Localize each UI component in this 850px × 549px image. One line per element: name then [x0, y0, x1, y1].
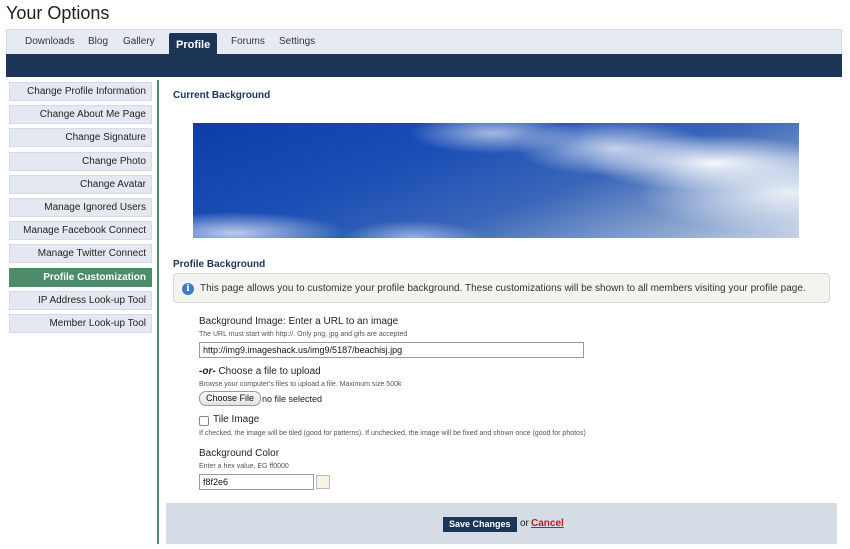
sidebar-item-member-lookup-tool[interactable]: Member Look-up Tool [9, 313, 152, 333]
tab-gallery[interactable]: Gallery [123, 36, 155, 47]
file-upload-label: -or- Choose a file to upload [199, 366, 321, 377]
tile-image-label: Tile Image [213, 414, 260, 425]
current-background-preview [193, 123, 799, 238]
cancel-link[interactable]: Cancel [531, 518, 564, 529]
tab-settings[interactable]: Settings [279, 36, 315, 47]
page-title: Your Options [6, 3, 110, 23]
tab-blog[interactable]: Blog [88, 36, 108, 47]
bg-color-label: Background Color [199, 448, 280, 459]
tab-forums[interactable]: Forums [231, 36, 265, 47]
sidebar-item-change-photo[interactable]: Change Photo [9, 151, 152, 171]
file-upload-label-text: Choose a file to upload [215, 366, 321, 377]
tile-image-checkbox[interactable] [199, 416, 209, 426]
current-background-heading: Current Background [173, 90, 271, 101]
sidebar-item-manage-twitter-connect[interactable]: Manage Twitter Connect [9, 244, 152, 264]
color-swatch[interactable] [316, 475, 330, 489]
file-upload-or: -or- [199, 366, 216, 377]
tab-profile[interactable]: Profile [169, 33, 218, 55]
nav-strip [6, 54, 842, 77]
sidebar: Change Profile Information Change About … [9, 82, 152, 337]
content-divider [157, 80, 159, 544]
info-box: i This page allows you to customize your… [173, 273, 830, 303]
sidebar-item-manage-facebook-connect[interactable]: Manage Facebook Connect [9, 221, 152, 241]
bg-image-label: Background Image: Enter a URL to an imag… [199, 316, 399, 327]
bg-image-hint: The URL must start with http://. Only pn… [199, 331, 408, 338]
sidebar-item-change-profile-information[interactable]: Change Profile Information [9, 82, 152, 101]
tab-downloads[interactable]: Downloads [25, 36, 74, 47]
file-status: no file selected [262, 394, 323, 404]
info-text: This page allows you to customize your p… [200, 283, 806, 294]
sidebar-item-change-signature[interactable]: Change Signature [9, 128, 152, 148]
bg-image-url-input[interactable] [199, 342, 584, 358]
info-icon: i [182, 283, 194, 295]
profile-background-heading: Profile Background [173, 259, 266, 270]
choose-file-button[interactable]: Choose File [199, 391, 262, 406]
sidebar-item-profile-customization[interactable]: Profile Customization [9, 267, 152, 287]
bg-color-input[interactable] [199, 474, 314, 490]
sidebar-item-change-about-me-page[interactable]: Change About Me Page [9, 105, 152, 125]
save-changes-button[interactable]: Save Changes [443, 517, 517, 532]
or-text: or [520, 518, 529, 529]
tab-bar: Downloads Blog Gallery Profile Forums Se… [6, 29, 842, 55]
sidebar-item-manage-ignored-users[interactable]: Manage Ignored Users [9, 197, 152, 217]
bg-color-hint: Enter a hex value, EG ff0000 [199, 463, 289, 470]
file-upload-hint: Browse your computer's files to upload a… [199, 381, 402, 388]
sidebar-item-ip-address-lookup-tool[interactable]: IP Address Look-up Tool [9, 290, 152, 310]
sidebar-item-change-avatar[interactable]: Change Avatar [9, 174, 152, 194]
tile-image-hint: If checked, the image will be tiled (goo… [199, 430, 586, 437]
